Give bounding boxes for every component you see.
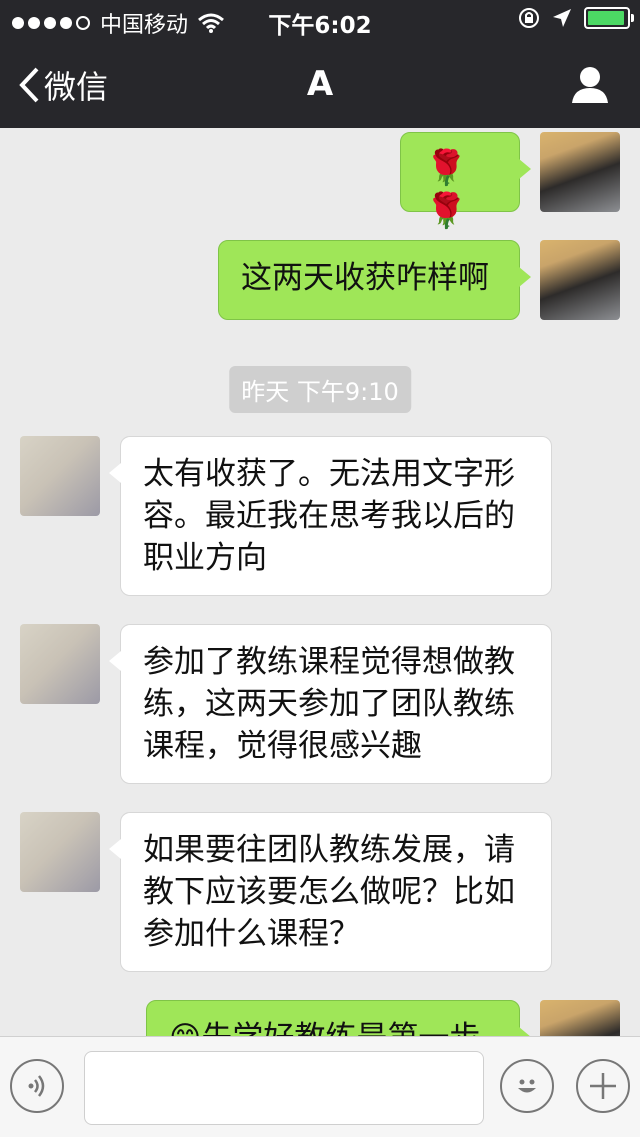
input-toolbar	[0, 1036, 640, 1137]
message-line: 练，这两天参加了团队教练	[143, 686, 515, 722]
emoji-button[interactable]	[500, 1059, 554, 1113]
more-button[interactable]	[576, 1059, 630, 1113]
message-bubble[interactable]: 🌹 🌹	[400, 132, 531, 231]
message-line: 如果要往团队教练发展，请	[143, 832, 515, 868]
message-bubble[interactable]: 参加了教练课程觉得想做教 练，这两天参加了团队教练 课程，觉得很感兴趣	[109, 624, 552, 784]
message-line: 职业方向	[143, 540, 267, 576]
message-line: 容。最近我在思考我以后的	[143, 498, 515, 534]
message-list[interactable]: 🌹 🌹 这两天收获咋样啊 昨天 下午9:10 太有收获了。无法用文字形 容。最近…	[0, 128, 640, 1036]
voice-icon	[28, 1075, 45, 1097]
my-avatar[interactable]	[540, 132, 620, 212]
top-bar: 中国移动 下午6:02 微信 A	[0, 0, 640, 128]
message-bubble[interactable]: 😊先学好教练是第一步	[146, 1000, 531, 1036]
profile-icon[interactable]	[570, 64, 610, 104]
timestamp: 昨天 下午9:10	[229, 366, 411, 413]
rose-emoji: 🌹 🌹	[425, 148, 468, 231]
smiley-icon	[518, 1079, 536, 1093]
message-text: 这两天收获咋样啊	[241, 260, 489, 296]
message-line: 太有收获了。无法用文字形	[143, 456, 515, 492]
message-line: 参加什么课程？	[143, 916, 360, 952]
message-input[interactable]	[84, 1051, 484, 1125]
contact-avatar[interactable]	[20, 436, 100, 516]
location-arrow-icon	[553, 9, 571, 27]
rotation-lock-icon	[519, 8, 539, 28]
my-avatar[interactable]	[540, 240, 620, 320]
message-bubble[interactable]: 如果要往团队教练发展，请 教下应该要怎么做呢？比如 参加什么课程？	[109, 812, 552, 972]
plus-icon	[590, 1073, 616, 1099]
my-avatar[interactable]	[540, 1000, 620, 1036]
contact-avatar[interactable]	[20, 624, 100, 704]
message-bubble[interactable]: 太有收获了。无法用文字形 容。最近我在思考我以后的 职业方向	[109, 436, 552, 596]
nav-bar: 微信 A	[0, 40, 640, 128]
voice-button[interactable]	[10, 1059, 64, 1113]
contact-avatar[interactable]	[20, 812, 100, 892]
chat-title: A	[306, 64, 334, 104]
message-bubble[interactable]: 这两天收获咋样啊	[218, 240, 531, 320]
message-text: 😊先学好教练是第一步	[169, 1020, 480, 1036]
message-line: 参加了教练课程觉得想做教	[143, 644, 515, 680]
message-line: 教下应该要怎么做呢？比如	[143, 874, 515, 910]
status-bar: 中国移动 下午6:02	[0, 0, 640, 40]
message-line: 课程，觉得很感兴趣	[143, 728, 422, 764]
battery-icon	[584, 7, 634, 29]
